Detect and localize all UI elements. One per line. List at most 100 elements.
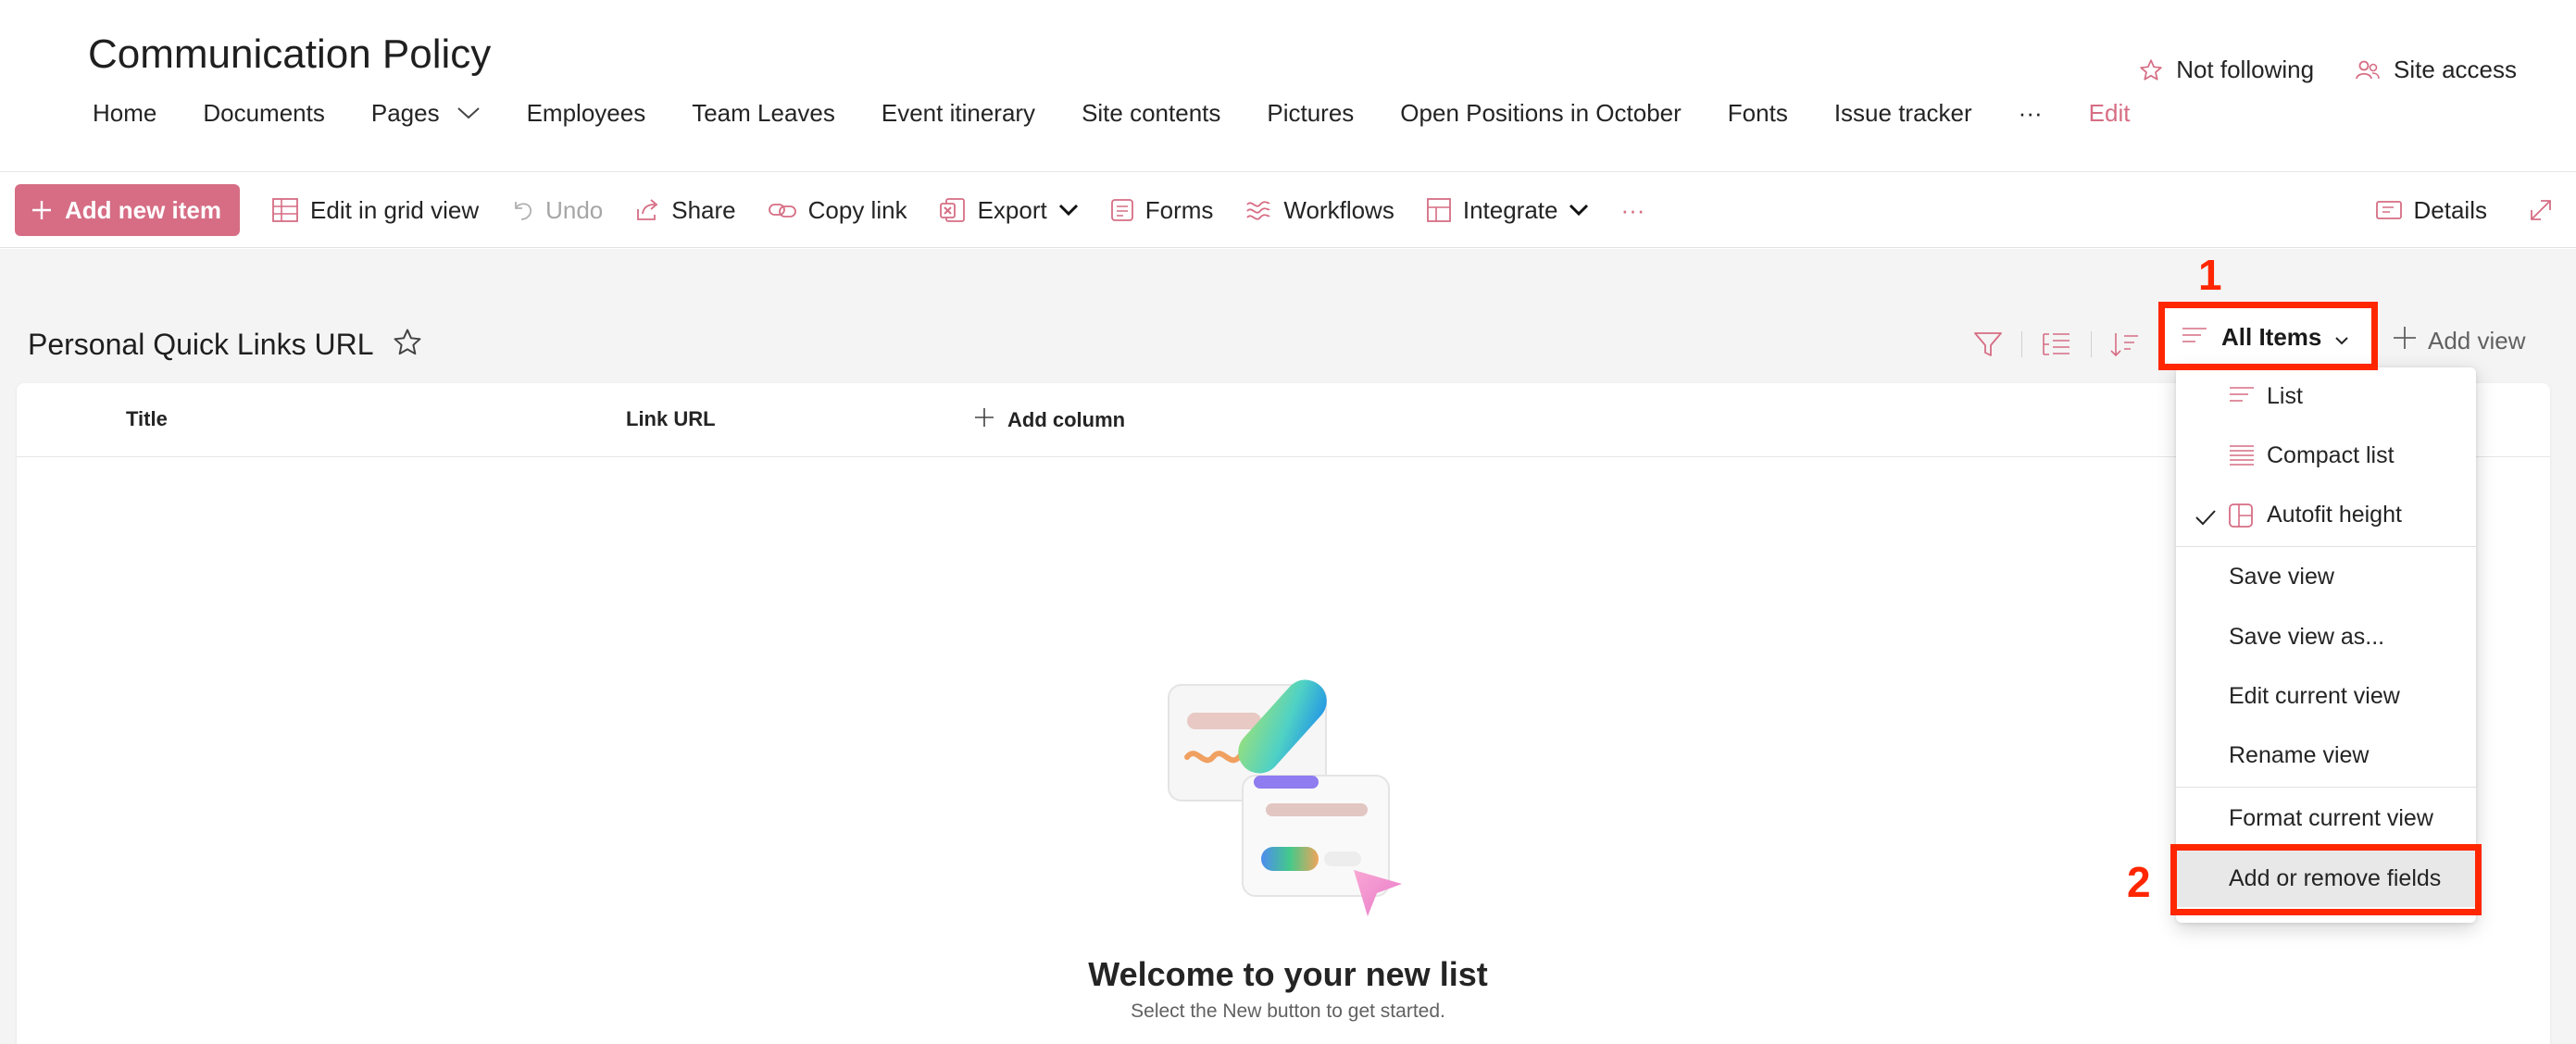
menu-item-save-view-as[interactable]: Save view as... bbox=[2176, 608, 2476, 665]
nav-more-button[interactable]: ··· bbox=[2019, 99, 2043, 128]
sort-icon[interactable] bbox=[2109, 329, 2141, 359]
column-header-title[interactable]: Title bbox=[126, 407, 168, 431]
nav-edit-link[interactable]: Edit bbox=[2089, 99, 2131, 128]
site-access-button[interactable]: Site access bbox=[2355, 56, 2517, 84]
people-icon bbox=[2355, 58, 2381, 82]
command-bar-left: Add new item Edit in grid view Undo Shar… bbox=[15, 184, 1644, 236]
undo-icon bbox=[510, 198, 534, 222]
nav-pages[interactable]: Pages bbox=[371, 99, 481, 128]
export-button[interactable]: Export bbox=[939, 196, 1079, 225]
header-actions: Not following Site access bbox=[2139, 56, 2517, 84]
menu-item-save-view[interactable]: Save view bbox=[2176, 548, 2476, 605]
excel-icon bbox=[939, 196, 967, 224]
compact-list-icon bbox=[2228, 443, 2256, 474]
share-icon bbox=[634, 198, 660, 222]
add-column-button[interactable]: Add column bbox=[974, 407, 1125, 433]
view-options-menu: List Compact list Autofit height Save vi… bbox=[2176, 367, 2476, 923]
forms-button[interactable]: Forms bbox=[1110, 195, 1214, 225]
nav-open-positions[interactable]: Open Positions in October bbox=[1400, 99, 1682, 128]
details-button[interactable]: Details bbox=[2375, 196, 2487, 225]
expand-icon[interactable] bbox=[2528, 197, 2554, 223]
plus-icon bbox=[30, 198, 54, 222]
chevron-down-icon bbox=[1569, 204, 1589, 217]
menu-divider bbox=[2176, 787, 2476, 788]
column-header-link-url[interactable]: Link URL bbox=[626, 407, 716, 431]
forms-label: Forms bbox=[1144, 195, 1214, 224]
follow-button[interactable]: Not following bbox=[2139, 56, 2314, 84]
add-new-item-label: Add new item bbox=[65, 195, 222, 224]
empty-list-illustration bbox=[1150, 639, 1428, 921]
site-title[interactable]: Communication Policy bbox=[88, 31, 491, 78]
menu-item-edit-current-view[interactable]: Edit current view bbox=[2176, 667, 2476, 725]
integrate-icon bbox=[1426, 197, 1452, 223]
more-commands-button[interactable]: ··· bbox=[1620, 196, 1644, 225]
command-bar: Add new item Edit in grid view Undo Shar… bbox=[0, 172, 2576, 248]
nav-home[interactable]: Home bbox=[93, 99, 156, 128]
menu-item-label: List bbox=[2267, 382, 2303, 409]
forms-icon bbox=[1110, 198, 1134, 222]
filter-icon[interactable] bbox=[1972, 329, 2004, 359]
menu-item-compact-list[interactable]: Compact list bbox=[2176, 427, 2476, 484]
copy-link-label: Copy link bbox=[807, 195, 907, 224]
group-by-icon[interactable] bbox=[2041, 329, 2072, 359]
menu-divider bbox=[2176, 546, 2476, 547]
link-icon bbox=[768, 200, 797, 220]
callout-number-1: 1 bbox=[2198, 251, 2222, 299]
list-view-icon bbox=[2181, 323, 2208, 352]
add-new-item-button[interactable]: Add new item bbox=[15, 184, 241, 236]
add-view-button[interactable]: Add view bbox=[2391, 324, 2526, 358]
export-label: Export bbox=[977, 195, 1047, 224]
autofit-height-icon bbox=[2228, 503, 2254, 535]
nav-team-leaves[interactable]: Team Leaves bbox=[692, 99, 835, 128]
nav-site-contents[interactable]: Site contents bbox=[1082, 99, 1220, 128]
copy-link-button[interactable]: Copy link bbox=[768, 196, 907, 225]
edit-grid-button[interactable]: Edit in grid view bbox=[271, 196, 479, 225]
menu-item-autofit-height[interactable]: Autofit height bbox=[2176, 486, 2476, 543]
plus-icon bbox=[974, 407, 994, 433]
nav-employees[interactable]: Employees bbox=[527, 99, 646, 128]
menu-item-format-current-view[interactable]: Format current view bbox=[2176, 789, 2476, 847]
integrate-label: Integrate bbox=[1462, 195, 1558, 224]
share-button[interactable]: Share bbox=[634, 195, 736, 225]
grid-icon bbox=[271, 197, 299, 223]
separator bbox=[2021, 331, 2022, 357]
menu-item-add-remove-fields[interactable]: Add or remove fields bbox=[2176, 850, 2476, 907]
menu-item-label: Compact list bbox=[2267, 441, 2395, 468]
nav-fonts[interactable]: Fonts bbox=[1728, 99, 1788, 128]
chevron-down-icon bbox=[456, 106, 481, 120]
site-header: Communication Policy Home Documents Page… bbox=[0, 0, 2576, 172]
chevron-down-icon bbox=[1058, 204, 1079, 217]
menu-item-list[interactable]: List bbox=[2176, 367, 2476, 425]
nav-event-itinerary[interactable]: Event itinerary bbox=[882, 99, 1035, 128]
separator bbox=[2091, 331, 2092, 357]
nav-pages-label: Pages bbox=[370, 98, 440, 127]
command-bar-right: Details bbox=[2375, 184, 2554, 236]
undo-button[interactable]: Undo bbox=[510, 196, 603, 225]
current-view-label: All Items bbox=[2221, 322, 2322, 351]
menu-item-label: Add or remove fields bbox=[2229, 864, 2442, 891]
callout-number-2: 2 bbox=[2127, 858, 2151, 906]
share-label: Share bbox=[671, 195, 736, 224]
undo-label: Undo bbox=[545, 195, 604, 224]
menu-item-label: Edit current view bbox=[2229, 682, 2400, 709]
edit-grid-label: Edit in grid view bbox=[310, 195, 480, 224]
favorite-star-icon[interactable] bbox=[392, 327, 423, 363]
menu-item-label: Save view bbox=[2229, 563, 2334, 590]
list-layout-icon bbox=[2228, 384, 2256, 413]
menu-item-label: Format current view bbox=[2229, 804, 2433, 831]
workflows-icon bbox=[1244, 197, 1272, 223]
nav-documents[interactable]: Documents bbox=[203, 99, 325, 128]
view-selector-button[interactable]: All Items bbox=[2162, 305, 2375, 368]
workflows-button[interactable]: Workflows bbox=[1244, 196, 1394, 225]
menu-item-rename-view[interactable]: Rename view bbox=[2176, 727, 2476, 784]
menu-item-label: Rename view bbox=[2229, 741, 2370, 768]
integrate-button[interactable]: Integrate bbox=[1426, 196, 1590, 225]
plus-icon bbox=[2391, 324, 2419, 358]
nav-pictures[interactable]: Pictures bbox=[1267, 99, 1354, 128]
list-title-row: Personal Quick Links URL bbox=[28, 326, 423, 363]
empty-state-title: Welcome to your new list bbox=[1088, 955, 1488, 993]
add-column-label: Add column bbox=[1007, 408, 1126, 431]
menu-item-label: Save view as... bbox=[2229, 623, 2385, 650]
nav-issue-tracker[interactable]: Issue tracker bbox=[1834, 99, 1972, 128]
empty-state-subtitle: Select the New button to get started. bbox=[1131, 1000, 1445, 1022]
